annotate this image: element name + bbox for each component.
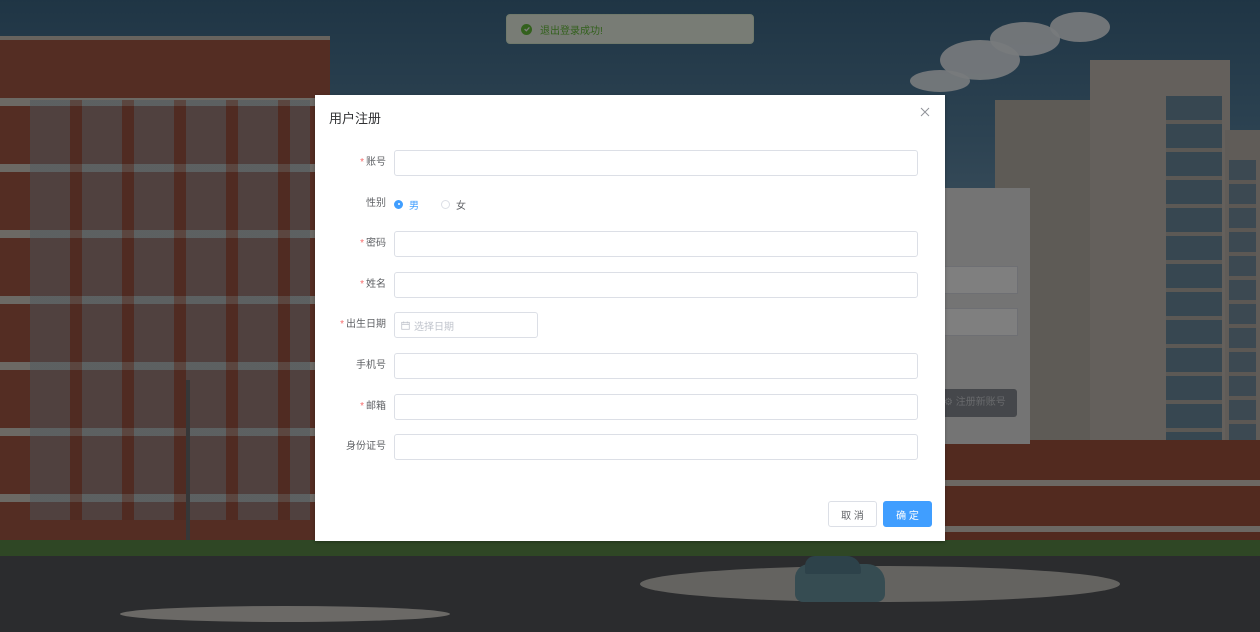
email-input[interactable] [394,394,918,420]
form-row-password: * 密码 [315,231,945,259]
phone-label: 手机号 [356,360,386,371]
gender-option-label: 女 [456,200,466,212]
gender-label: 性别 [366,198,386,209]
cancel-button[interactable]: 取 消 [828,501,877,527]
email-label: * 邮箱 [360,401,386,412]
id-card-input[interactable] [394,434,918,460]
name-input[interactable] [394,272,918,298]
gender-radio-group: 男 女 [394,191,488,217]
phone-input[interactable] [394,353,918,379]
gender-radio-female[interactable]: 女 [441,197,466,212]
birthdate-label: * 出生日期 [340,319,386,330]
dialog-title: 用户注册 [329,111,382,126]
birthdate-picker[interactable]: 选择日期 [394,312,538,338]
required-asterisk: * [360,279,364,290]
form-row-birthdate: * 出生日期 选择日期 [315,312,945,340]
form-row-gender: 性别 男 女 [315,191,945,219]
required-asterisk: * [360,401,364,412]
required-asterisk: * [340,319,344,330]
confirm-button[interactable]: 确 定 [883,501,932,527]
close-icon[interactable] [920,106,932,118]
id-card-label: 身份证号 [346,441,386,452]
gender-radio-male[interactable]: 男 [394,197,419,212]
form-row-account: * 账号 [315,150,945,178]
form-row-email: * 邮箱 [315,394,945,422]
radio-dot [441,199,450,209]
gender-option-label: 男 [409,200,419,212]
form-row-phone: 手机号 [315,353,945,381]
calendar-icon [401,320,410,330]
account-input[interactable] [394,150,918,176]
form-row-name: * 姓名 [315,272,945,300]
password-label: * 密码 [360,238,386,249]
required-asterisk: * [360,157,364,168]
name-label: * 姓名 [360,279,386,290]
birthdate-placeholder: 选择日期 [414,321,454,333]
form-row-id-card: 身份证号 [315,434,945,462]
radio-dot [394,199,403,209]
required-asterisk: * [360,238,364,249]
register-dialog: 用户注册 * 账号 性别 男 女 * 密码 * 姓名 * 出生日期 选择日期 手… [315,95,945,541]
password-input[interactable] [394,231,918,257]
account-label: * 账号 [360,157,386,168]
